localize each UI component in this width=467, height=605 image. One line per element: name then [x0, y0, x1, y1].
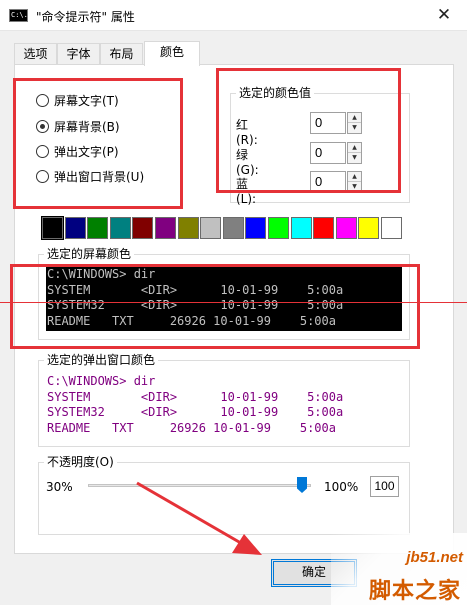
title-bar: C:\. "命令提示符" 属性 ✕ — [0, 0, 467, 31]
watermark-name: 脚本之家 — [368, 579, 461, 604]
blue-input[interactable]: 0 — [310, 171, 346, 193]
popup-color-preview: C:\WINDOWS> dir SYSTEM <DIR> 10-01-99 5:0… — [46, 374, 402, 438]
spin-down-icon[interactable]: ▼ — [348, 153, 361, 163]
radio-popup-text[interactable]: 弹出文字(P) — [36, 142, 119, 160]
preview-line: C:\WINDOWS> dir — [47, 267, 156, 281]
color-swatch[interactable] — [87, 217, 109, 239]
close-button[interactable]: ✕ — [421, 0, 467, 31]
color-swatch[interactable] — [290, 217, 312, 239]
popup-colors-legend: 选定的弹出窗口颜色 — [44, 353, 159, 367]
color-swatch[interactable] — [268, 217, 289, 239]
tab-colors[interactable]: 颜色 — [144, 41, 200, 66]
green-input[interactable]: 0 — [310, 142, 346, 164]
color-swatch[interactable] — [64, 217, 86, 239]
radio-popup-background[interactable]: 弹出窗口背景(U) — [36, 167, 144, 185]
green-label: 绿(G): — [236, 148, 259, 177]
tab-layout[interactable]: 布局 — [100, 43, 143, 65]
watermark: jb51.net 脚本之家 — [331, 533, 467, 605]
spin-down-icon[interactable]: ▼ — [348, 182, 361, 192]
opacity-value[interactable]: 100 — [370, 476, 399, 497]
opacity-slider-track[interactable] — [88, 484, 311, 487]
red-spinner[interactable]: ▲ ▼ — [347, 112, 362, 134]
preview-line: README TXT 26926 10-01-99 5:00a — [47, 313, 336, 328]
cmd-icon: C:\. — [9, 9, 28, 22]
color-swatch[interactable] — [245, 217, 267, 239]
screen-color-preview: C:\WINDOWS> dir SYSTEM <DIR> 10-01-99 5:0… — [46, 267, 402, 331]
radio-label: 弹出文字(P) — [54, 144, 119, 159]
radio-screen-background[interactable]: 屏幕背景(B) — [36, 117, 120, 135]
radio-indicator[interactable] — [36, 119, 49, 133]
color-swatch[interactable] — [155, 217, 176, 239]
spin-down-icon[interactable]: ▼ — [348, 123, 361, 133]
color-swatch[interactable] — [381, 217, 402, 239]
opacity-max-label: 100% — [324, 480, 359, 494]
opacity-group: 不透明度(O) — [38, 455, 410, 535]
blue-label: 蓝(L): — [236, 177, 257, 206]
color-swatch[interactable] — [132, 217, 154, 239]
radio-indicator[interactable] — [36, 93, 49, 107]
color-swatch[interactable] — [200, 217, 222, 239]
opacity-min-label: 30% — [46, 480, 73, 494]
annotation-line — [0, 302, 467, 303]
radio-label: 屏幕背景(B) — [54, 119, 120, 134]
window-title: "命令提示符" 属性 — [36, 10, 135, 24]
preview-line: SYSTEM <DIR> 10-01-99 5:00a — [47, 389, 344, 404]
preview-line: C:\WINDOWS> dir — [47, 374, 156, 388]
tab-font[interactable]: 字体 — [57, 43, 100, 65]
radio-indicator[interactable] — [36, 169, 49, 183]
preview-line: README TXT 26926 10-01-99 5:00a — [47, 420, 336, 435]
red-input[interactable]: 0 — [310, 112, 346, 134]
color-swatch[interactable] — [177, 217, 199, 239]
green-spinner[interactable]: ▲ ▼ — [347, 142, 362, 164]
preview-line: SYSTEM32 <DIR> 10-01-99 5:00a — [47, 298, 344, 312]
tab-options[interactable]: 选项 — [14, 43, 57, 65]
color-swatch[interactable] — [222, 217, 244, 239]
radio-label: 弹出窗口背景(U) — [54, 169, 145, 184]
color-swatch[interactable] — [335, 217, 357, 239]
preview-line: SYSTEM <DIR> 10-01-99 5:00a — [47, 282, 344, 297]
spin-up-icon[interactable]: ▲ — [348, 113, 361, 123]
spin-up-icon[interactable]: ▲ — [348, 143, 361, 153]
preview-line: SYSTEM32 <DIR> 10-01-99 5:00a — [47, 405, 344, 419]
color-swatch[interactable] — [41, 216, 64, 240]
blue-spinner[interactable]: ▲ ▼ — [347, 171, 362, 193]
watermark-url: jb51.net — [406, 549, 463, 566]
red-label: 红(R): — [236, 118, 258, 147]
color-swatch[interactable] — [313, 217, 335, 239]
radio-indicator[interactable] — [36, 144, 49, 158]
radio-screen-text[interactable]: 屏幕文字(T) — [36, 91, 119, 109]
color-values-legend: 选定的颜色值 — [236, 86, 315, 100]
color-swatch[interactable] — [358, 217, 380, 239]
opacity-legend: 不透明度(O) — [44, 455, 117, 469]
close-icon: ✕ — [436, 5, 452, 25]
spin-up-icon[interactable]: ▲ — [348, 172, 361, 182]
radio-label: 屏幕文字(T) — [54, 93, 119, 108]
screen-colors-legend: 选定的屏幕颜色 — [44, 247, 135, 261]
color-swatch[interactable] — [109, 217, 131, 239]
